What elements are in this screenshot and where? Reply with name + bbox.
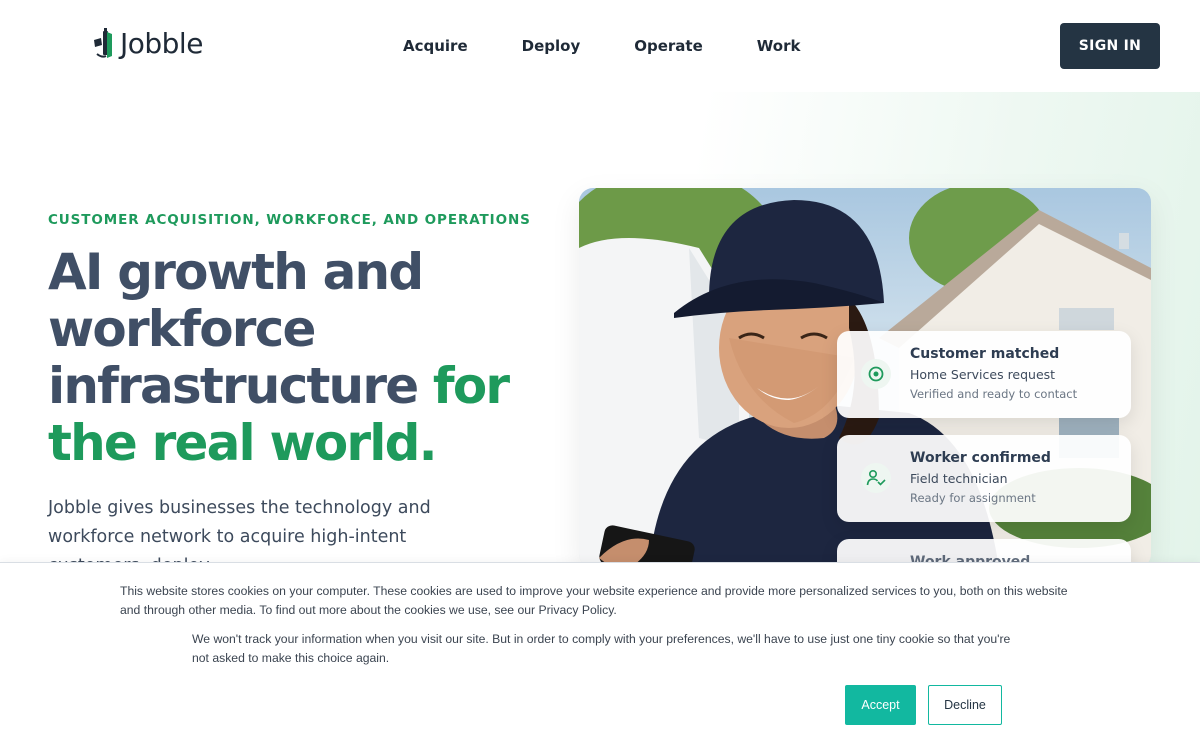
hero-eyebrow: CUSTOMER ACQUISITION, WORKFORCE, AND OPE… bbox=[48, 212, 531, 228]
status-title: Worker confirmed bbox=[910, 450, 1051, 466]
status-card-worker-confirmed: Worker confirmed Field technician Ready … bbox=[837, 435, 1131, 522]
brand-name: Jobble bbox=[120, 27, 203, 60]
nav-item-operate[interactable]: Operate bbox=[634, 36, 703, 56]
nav-item-acquire[interactable]: Acquire bbox=[403, 36, 468, 56]
status-title: Customer matched bbox=[910, 346, 1060, 362]
cookie-decline-button[interactable]: Decline bbox=[928, 685, 1002, 725]
nav-item-deploy[interactable]: Deploy bbox=[522, 36, 581, 56]
user-check-icon bbox=[861, 463, 891, 493]
cookie-text-tracking: We won't track your information when you… bbox=[192, 632, 1011, 665]
headline-main: AI growth and workforce infrastructure bbox=[48, 243, 433, 415]
site-header: Jobble Acquire Deploy Operate Work SIGN … bbox=[0, 0, 1200, 92]
cookie-text-main: This website stores cookies on your comp… bbox=[120, 584, 1068, 617]
jobble-logo-icon bbox=[94, 28, 112, 58]
brand-logo[interactable]: Jobble bbox=[92, 28, 203, 60]
status-subtitle: Home Services request bbox=[910, 367, 1056, 382]
nav-item-work[interactable]: Work bbox=[757, 36, 801, 56]
cookie-banner: This website stores cookies on your comp… bbox=[0, 562, 1200, 750]
status-subtitle: Field technician bbox=[910, 471, 1008, 486]
cookie-accept-button[interactable]: Accept bbox=[845, 685, 916, 725]
status-detail: Ready for assignment bbox=[910, 491, 1036, 505]
target-icon bbox=[861, 359, 891, 389]
hero-headline: AI growth and workforce infrastructure f… bbox=[48, 244, 518, 472]
status-detail: Verified and ready to contact bbox=[910, 387, 1078, 401]
main-nav: Acquire Deploy Operate Work bbox=[403, 36, 854, 56]
sign-in-button[interactable]: SIGN IN bbox=[1060, 23, 1160, 69]
status-card-customer-matched: Customer matched Home Services request V… bbox=[837, 331, 1131, 418]
